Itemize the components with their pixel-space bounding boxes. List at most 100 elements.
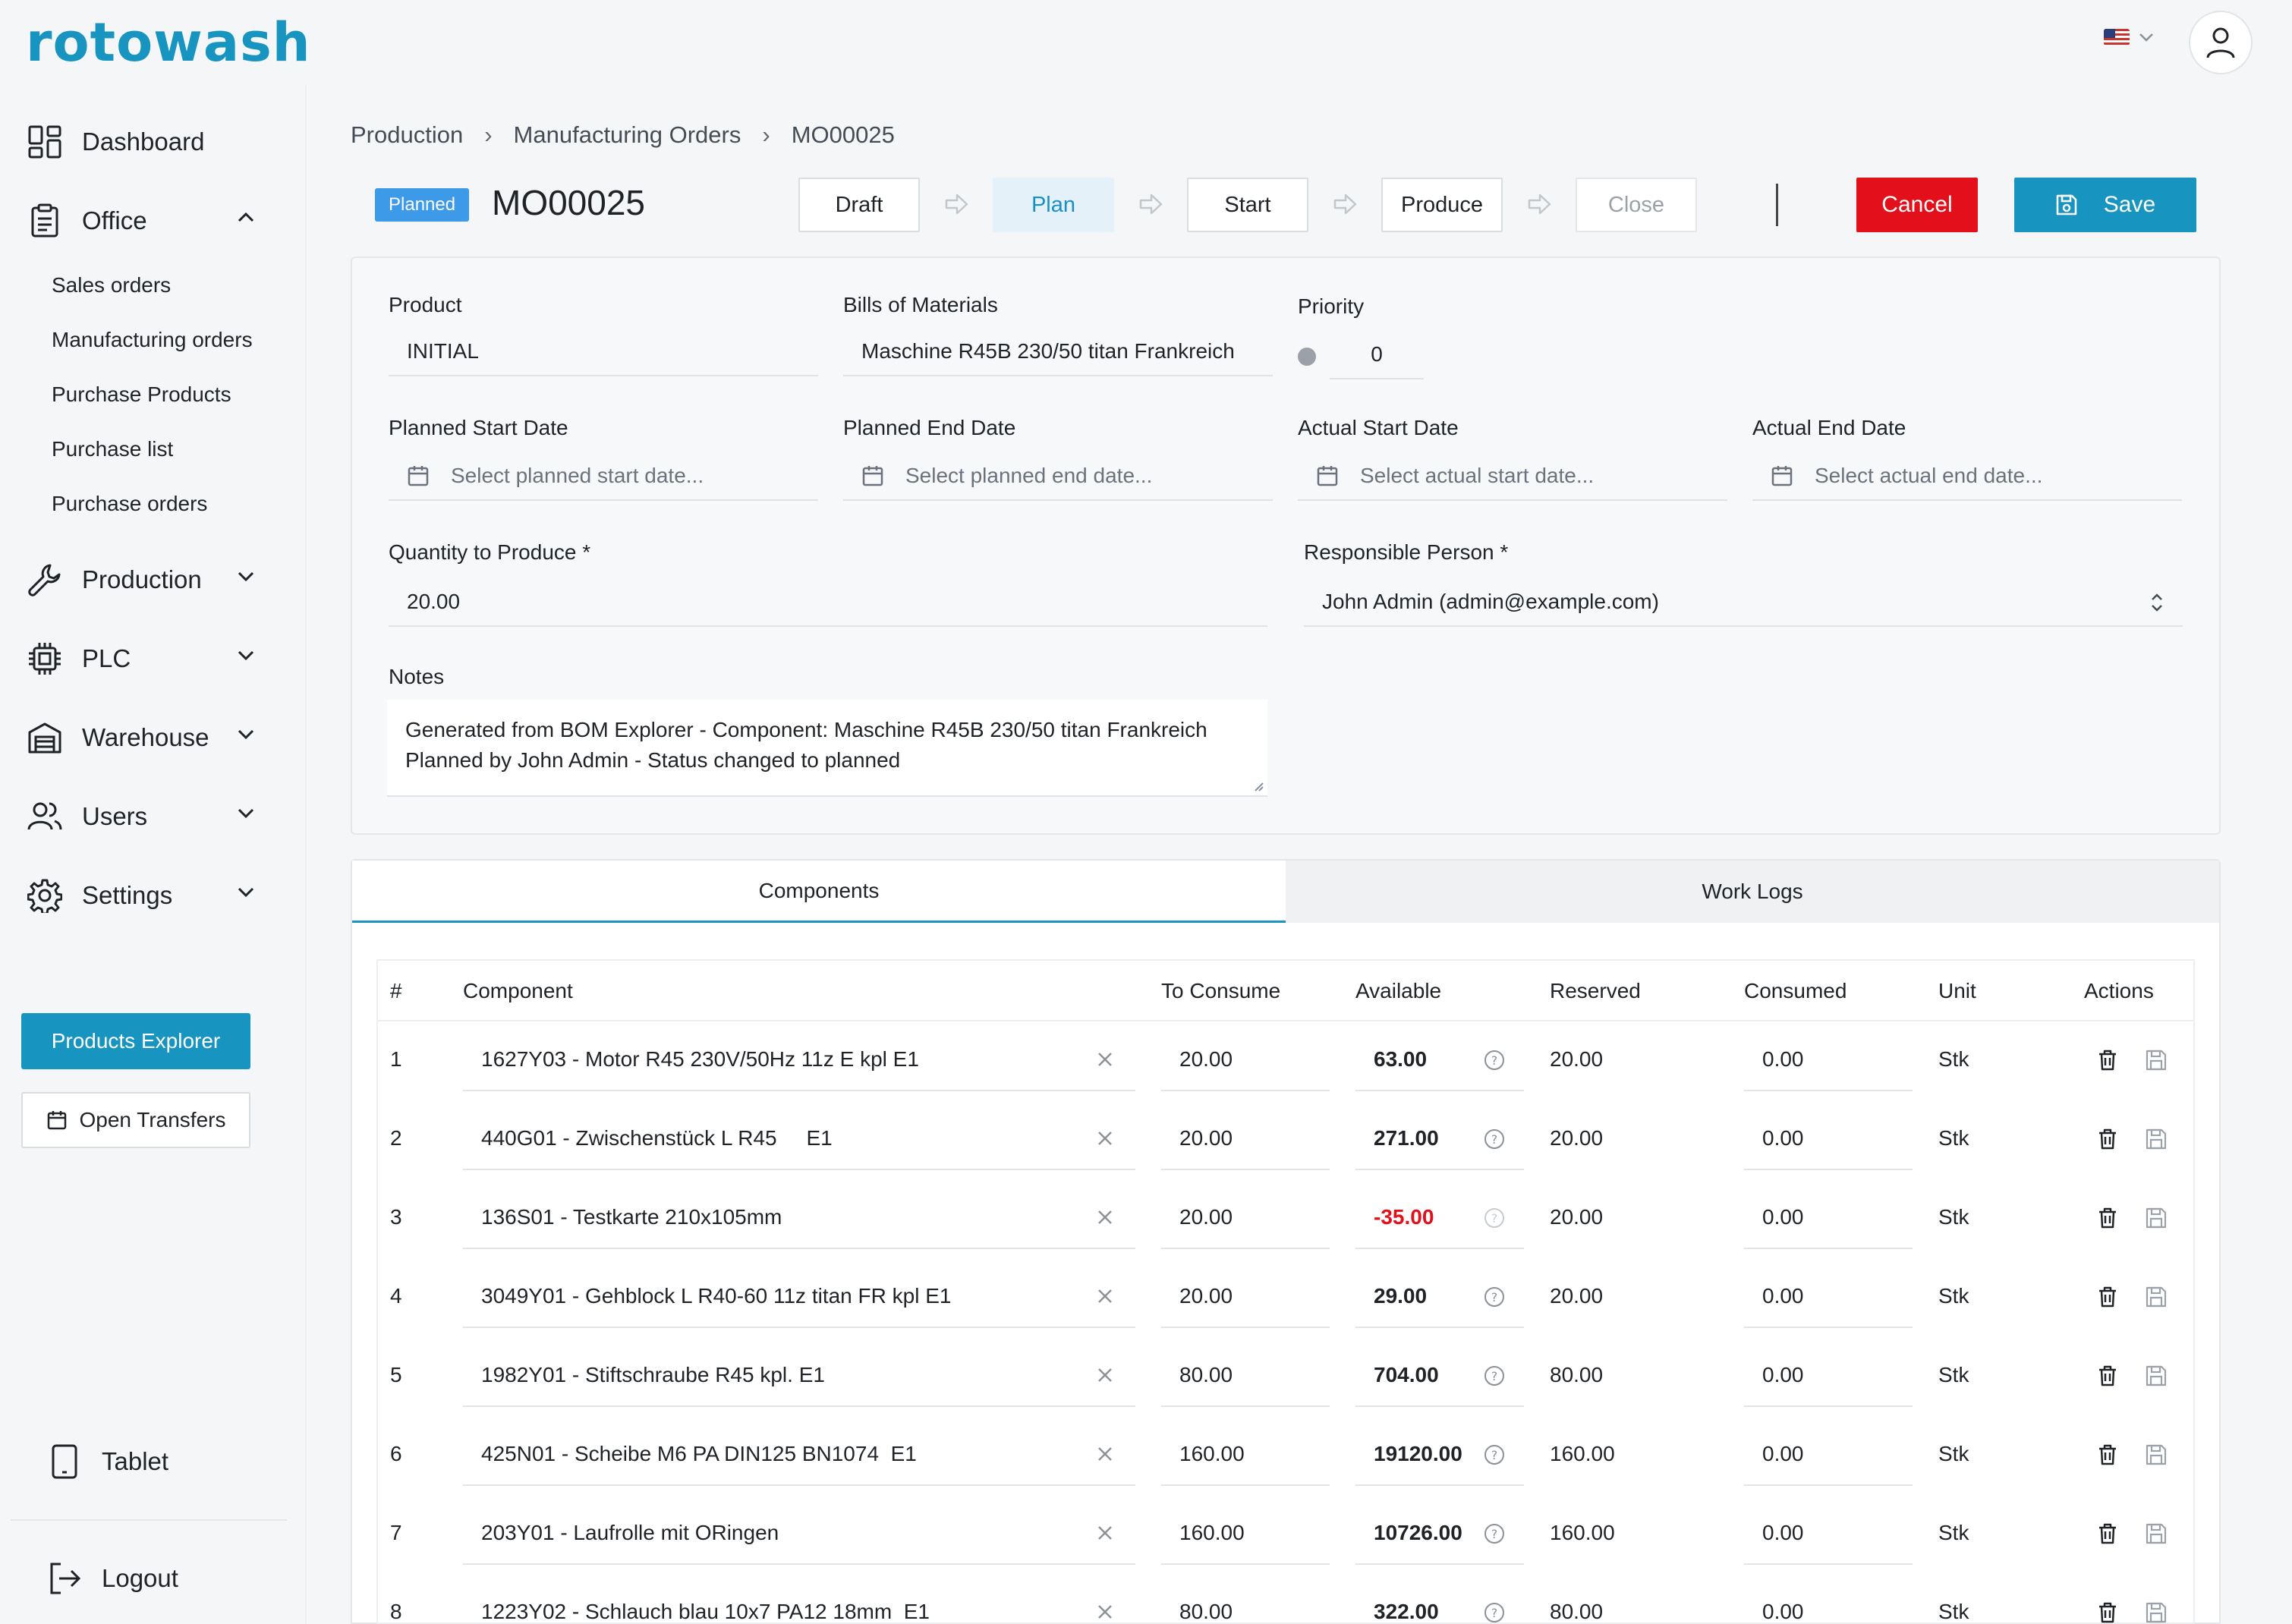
actual-start-input[interactable]: Select actual start date... bbox=[1298, 452, 1727, 501]
planned-start-input[interactable]: Select planned start date... bbox=[389, 452, 818, 501]
help-circle-icon[interactable]: ? bbox=[1483, 1286, 1506, 1308]
breadcrumb-manufacturing-orders[interactable]: Manufacturing Orders bbox=[514, 121, 741, 149]
save-row-icon[interactable] bbox=[2145, 1443, 2168, 1466]
notes-textarea[interactable]: Generated from BOM Explorer - Component:… bbox=[387, 700, 1267, 797]
sidebar-item-plc[interactable]: PLC bbox=[27, 636, 255, 681]
clear-icon[interactable] bbox=[1096, 1050, 1114, 1069]
available-underline bbox=[1355, 1327, 1524, 1328]
available-value: -35.00 bbox=[1374, 1205, 1434, 1229]
open-transfers-button[interactable]: Open Transfers bbox=[21, 1092, 250, 1148]
consumed-input[interactable]: 0.00 bbox=[1762, 1521, 1804, 1545]
sidebar-item-dashboard[interactable]: Dashboard bbox=[27, 119, 255, 165]
to-consume-input[interactable]: 80.00 bbox=[1179, 1363, 1233, 1387]
clear-icon[interactable] bbox=[1096, 1603, 1114, 1621]
breadcrumb-production[interactable]: Production bbox=[351, 121, 463, 149]
bom-field[interactable]: Maschine R45B 230/50 titan Frankreich bbox=[843, 328, 1273, 376]
tab-work-logs[interactable]: Work Logs bbox=[1286, 861, 2219, 923]
priority-field[interactable]: 0 bbox=[1330, 331, 1424, 379]
help-circle-icon[interactable]: ? bbox=[1483, 1049, 1506, 1072]
save-row-icon[interactable] bbox=[2145, 1286, 2168, 1308]
trash-icon[interactable] bbox=[2098, 1522, 2117, 1545]
help-circle-icon[interactable]: ? bbox=[1483, 1128, 1506, 1150]
tab-components[interactable]: Components bbox=[352, 861, 1286, 923]
sidebar-item-warehouse[interactable]: Warehouse bbox=[27, 715, 255, 760]
user-avatar-button[interactable] bbox=[2189, 11, 2253, 74]
sidebar-subitem-sales-orders[interactable]: Sales orders bbox=[52, 273, 171, 297]
sidebar-item-users[interactable]: Users bbox=[27, 794, 255, 839]
sidebar-subitem-manufacturing-orders[interactable]: Manufacturing orders bbox=[52, 328, 253, 352]
step-close-button[interactable]: Close bbox=[1576, 178, 1697, 232]
step-draft-button[interactable]: Draft bbox=[798, 178, 920, 232]
to-consume-input[interactable]: 20.00 bbox=[1179, 1205, 1233, 1229]
trash-icon[interactable] bbox=[2098, 1049, 2117, 1072]
priority-star-icon[interactable] bbox=[1298, 348, 1316, 366]
save-row-icon[interactable] bbox=[2145, 1049, 2168, 1072]
consumed-input[interactable]: 0.00 bbox=[1762, 1600, 1804, 1624]
component-select[interactable]: 136S01 - Testkarte 210x105mm bbox=[481, 1205, 1088, 1229]
to-consume-input[interactable]: 20.00 bbox=[1179, 1047, 1233, 1072]
clear-icon[interactable] bbox=[1096, 1208, 1114, 1226]
component-select[interactable]: 425N01 - Scheibe M6 PA DIN125 BN1074 E1 bbox=[481, 1442, 1088, 1466]
help-circle-icon[interactable]: ? bbox=[1483, 1601, 1506, 1624]
consumed-input[interactable]: 0.00 bbox=[1762, 1126, 1804, 1150]
consumed-input[interactable]: 0.00 bbox=[1762, 1205, 1804, 1229]
save-row-icon[interactable] bbox=[2145, 1522, 2168, 1545]
help-circle-icon[interactable]: ? bbox=[1483, 1443, 1506, 1466]
component-select[interactable]: 3049Y01 - Gehblock L R40-60 11z titan FR… bbox=[481, 1284, 1088, 1308]
trash-icon[interactable] bbox=[2098, 1443, 2117, 1466]
sidebar-subitem-purchase-orders[interactable]: Purchase orders bbox=[52, 492, 207, 516]
help-circle-icon[interactable]: ? bbox=[1483, 1522, 1506, 1545]
products-explorer-button[interactable]: Products Explorer bbox=[21, 1013, 250, 1069]
to-consume-input[interactable]: 20.00 bbox=[1179, 1126, 1233, 1150]
component-select[interactable]: 203Y01 - Laufrolle mit ORingen bbox=[481, 1521, 1088, 1545]
save-row-icon[interactable] bbox=[2145, 1128, 2168, 1150]
clear-icon[interactable] bbox=[1096, 1366, 1114, 1384]
product-field[interactable]: INITIAL bbox=[389, 328, 818, 376]
to-consume-input[interactable]: 80.00 bbox=[1179, 1600, 1233, 1624]
sidebar-item-settings[interactable]: Settings bbox=[27, 873, 255, 918]
save-row-icon[interactable] bbox=[2145, 1364, 2168, 1387]
clear-icon[interactable] bbox=[1096, 1524, 1114, 1542]
consumed-input[interactable]: 0.00 bbox=[1762, 1047, 1804, 1072]
cancel-button[interactable]: Cancel bbox=[1856, 178, 1978, 232]
language-selector[interactable] bbox=[2104, 29, 2154, 46]
save-button[interactable]: Save bbox=[2014, 178, 2196, 232]
sidebar-subitem-purchase-products[interactable]: Purchase Products bbox=[52, 382, 231, 407]
step-start-button[interactable]: Start bbox=[1187, 178, 1308, 232]
help-circle-icon[interactable]: ? bbox=[1483, 1207, 1506, 1229]
consumed-input[interactable]: 0.00 bbox=[1762, 1442, 1804, 1466]
sidebar-subitem-purchase-list[interactable]: Purchase list bbox=[52, 437, 173, 461]
save-row-icon[interactable] bbox=[2145, 1601, 2168, 1624]
resize-handle-icon[interactable] bbox=[1252, 780, 1264, 792]
sidebar-item-office[interactable]: Office bbox=[27, 198, 255, 244]
component-select[interactable]: 440G01 - Zwischenstück L R45 E1 bbox=[481, 1126, 1088, 1150]
app-logo[interactable]: rotowash bbox=[26, 11, 311, 74]
step-produce-button[interactable]: Produce bbox=[1381, 178, 1503, 232]
help-circle-icon[interactable]: ? bbox=[1483, 1364, 1506, 1387]
responsible-select[interactable]: John Admin (admin@example.com) bbox=[1304, 578, 2183, 627]
step-plan-button[interactable]: Plan bbox=[993, 178, 1114, 232]
component-select[interactable]: 1627Y03 - Motor R45 230V/50Hz 11z E kpl … bbox=[481, 1047, 1088, 1072]
trash-icon[interactable] bbox=[2098, 1364, 2117, 1387]
trash-icon[interactable] bbox=[2098, 1286, 2117, 1308]
consumed-input[interactable]: 0.00 bbox=[1762, 1363, 1804, 1387]
planned-end-input[interactable]: Select planned end date... bbox=[843, 452, 1273, 501]
component-select[interactable]: 1223Y02 - Schlauch blau 10x7 PA12 18mm E… bbox=[481, 1600, 1088, 1624]
to-consume-input[interactable]: 160.00 bbox=[1179, 1442, 1245, 1466]
sidebar-item-tablet[interactable]: Tablet bbox=[47, 1439, 275, 1484]
clear-icon[interactable] bbox=[1096, 1445, 1114, 1463]
clear-icon[interactable] bbox=[1096, 1129, 1114, 1147]
trash-icon[interactable] bbox=[2098, 1207, 2117, 1229]
save-row-icon[interactable] bbox=[2145, 1207, 2168, 1229]
component-select[interactable]: 1982Y01 - Stiftschraube R45 kpl. E1 bbox=[481, 1363, 1088, 1387]
to-consume-input[interactable]: 160.00 bbox=[1179, 1521, 1245, 1545]
sidebar-item-production[interactable]: Production bbox=[27, 557, 255, 603]
quantity-input[interactable]: 20.00 bbox=[389, 578, 1267, 627]
to-consume-input[interactable]: 20.00 bbox=[1179, 1284, 1233, 1308]
actual-end-input[interactable]: Select actual end date... bbox=[1752, 452, 2182, 501]
trash-icon[interactable] bbox=[2098, 1128, 2117, 1150]
clear-icon[interactable] bbox=[1096, 1287, 1114, 1305]
sidebar-item-logout[interactable]: Logout bbox=[47, 1556, 275, 1601]
trash-icon[interactable] bbox=[2098, 1601, 2117, 1624]
consumed-input[interactable]: 0.00 bbox=[1762, 1284, 1804, 1308]
